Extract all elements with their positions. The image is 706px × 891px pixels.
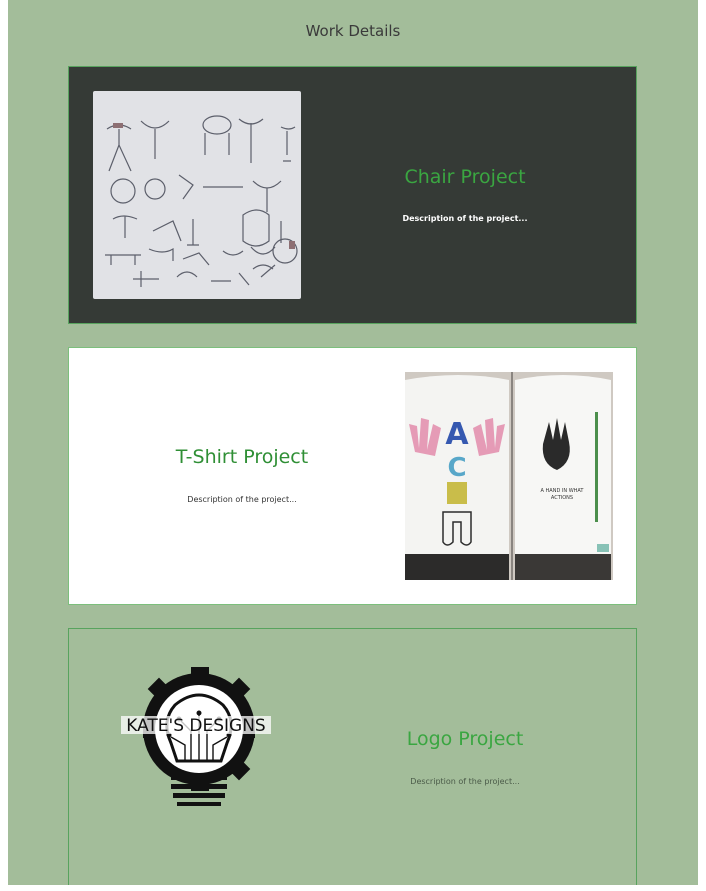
- project-card-chair[interactable]: Chair Project Description of the project…: [68, 66, 637, 324]
- svg-text:A: A: [445, 417, 469, 452]
- project-title: Chair Project: [404, 166, 526, 188]
- tshirt-photo-image: A C A HAND IN WHAT ACTIONS: [405, 372, 613, 580]
- page-title: Work Details: [305, 22, 401, 40]
- project-title: T-Shirt Project: [175, 446, 309, 468]
- svg-text:ACTIONS: ACTIONS: [551, 495, 573, 501]
- project-card-logo[interactable]: KATE'S DESIGNS Logo Project Description …: [68, 628, 637, 885]
- chair-sketch-image: [93, 91, 301, 299]
- svg-text:A HAND IN WHAT: A HAND IN WHAT: [541, 488, 585, 494]
- project-title: Logo Project: [406, 728, 524, 750]
- project-description: Description of the project...: [410, 777, 520, 786]
- project-description: Description of the project...: [402, 214, 528, 223]
- logo-text: KATE'S DESIGNS: [126, 716, 265, 736]
- project-card-tshirt[interactable]: T-Shirt Project Description of the proje…: [68, 347, 637, 605]
- svg-text:C: C: [447, 453, 466, 483]
- lightbulb-gear-logo: KATE'S DESIGNS: [121, 667, 271, 812]
- work-details-page: Work Details Chair Project Description o…: [8, 0, 698, 885]
- project-description: Description of the project...: [187, 495, 297, 504]
